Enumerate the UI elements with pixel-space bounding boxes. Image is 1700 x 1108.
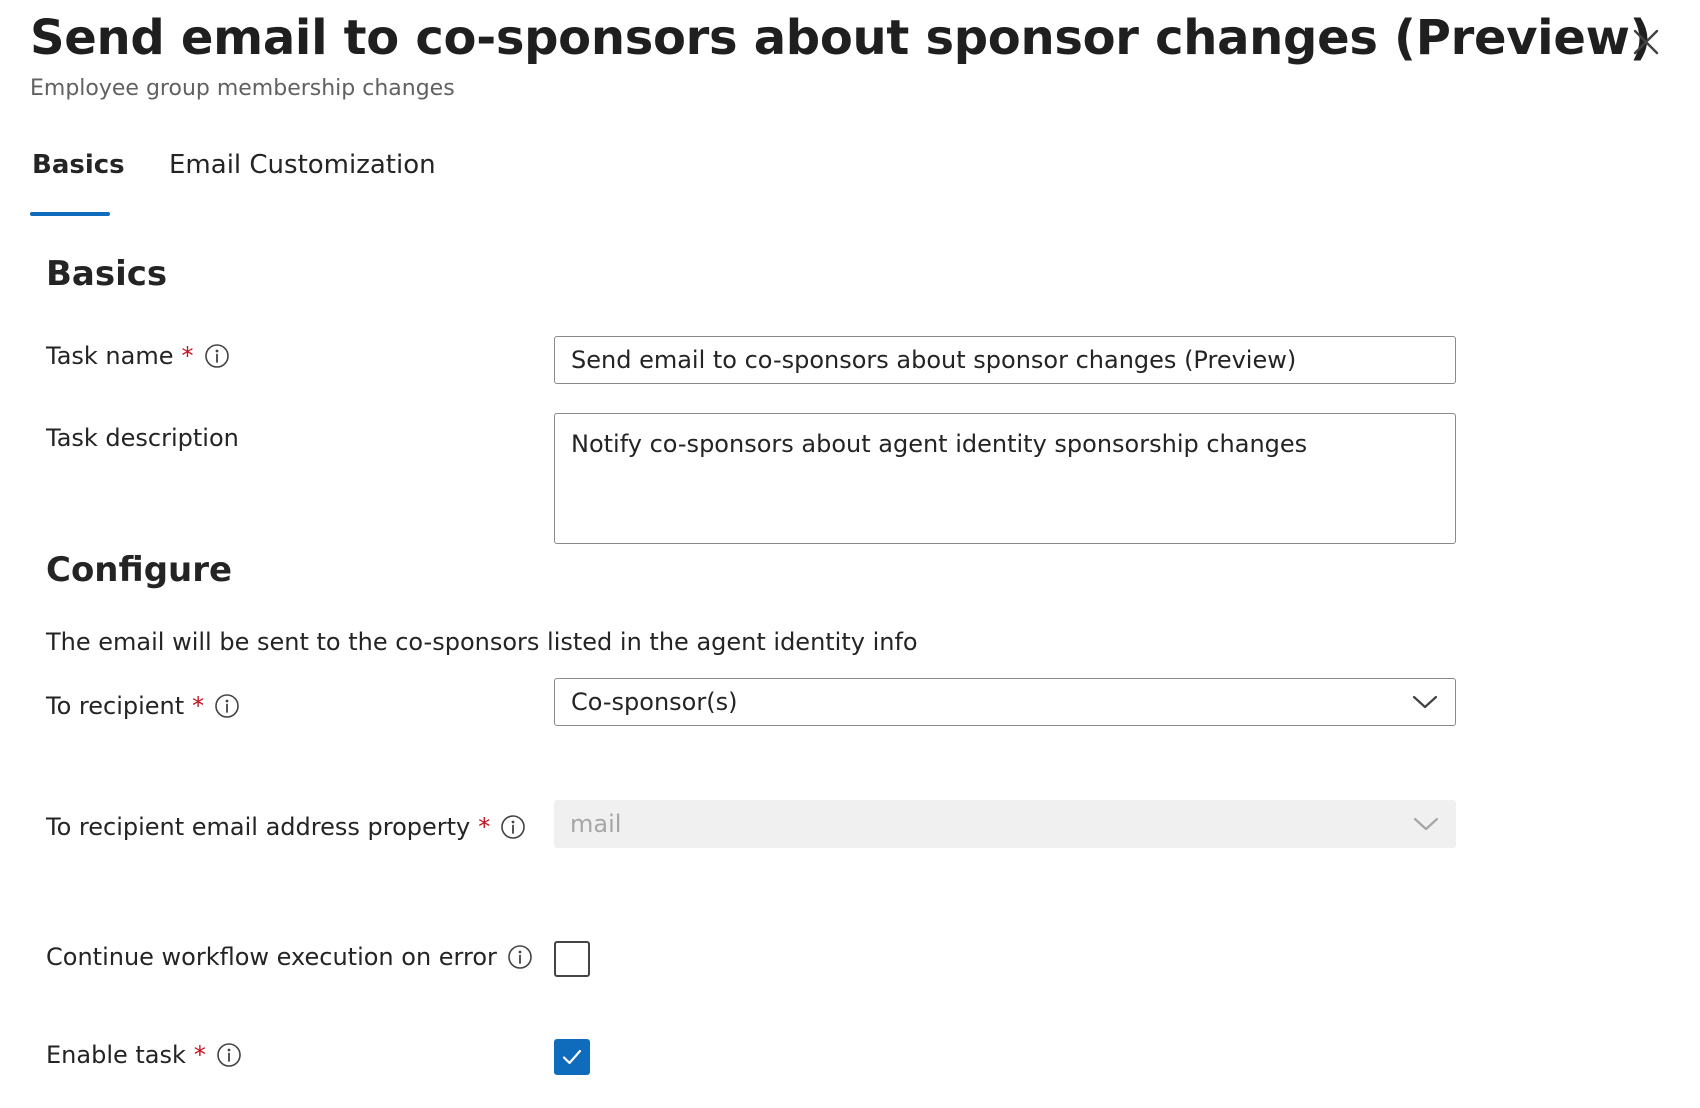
continue-on-error-checkbox[interactable] — [554, 941, 590, 977]
info-icon[interactable] — [507, 944, 533, 970]
section-heading-configure: Configure — [46, 550, 233, 590]
email-property-label-text: To recipient email address property — [46, 813, 471, 841]
close-button[interactable] — [1628, 24, 1664, 60]
enable-task-label: Enable task * — [46, 1041, 242, 1069]
panel-subtitle: Employee group membership changes — [30, 76, 455, 101]
checkmark-icon — [562, 1049, 582, 1065]
to-recipient-selected-value: Co-sponsor(s) — [571, 688, 738, 716]
continue-on-error-label: Continue workflow execution on error — [46, 943, 533, 971]
task-name-label-text: Task name — [46, 342, 174, 370]
task-name-input[interactable]: Send email to co-sponsors about sponsor … — [554, 336, 1456, 384]
panel-title: Send email to co-sponsors about sponsor … — [30, 10, 1652, 66]
email-property-label: To recipient email address property * — [46, 813, 526, 841]
email-property-dropdown: mail — [554, 800, 1456, 848]
continue-on-error-label-text: Continue workflow execution on error — [46, 943, 497, 971]
task-description-label-text: Task description — [46, 424, 239, 452]
required-marker: * — [478, 813, 491, 841]
task-panel: Send email to co-sponsors about sponsor … — [0, 0, 1700, 1108]
to-recipient-label-text: To recipient — [46, 692, 185, 720]
to-recipient-label: To recipient * — [46, 692, 240, 720]
to-recipient-dropdown[interactable]: Co-sponsor(s) — [554, 678, 1456, 726]
info-icon[interactable] — [500, 814, 526, 840]
required-marker: * — [193, 1041, 206, 1069]
task-description-label: Task description — [46, 424, 239, 452]
required-marker: * — [181, 342, 194, 370]
section-heading-basics: Basics — [46, 254, 168, 294]
enable-task-label-text: Enable task — [46, 1041, 186, 1069]
active-tab-indicator — [30, 212, 110, 216]
tab-email-customization[interactable]: Email Customization — [169, 150, 436, 180]
task-name-label: Task name * — [46, 342, 230, 370]
chevron-down-icon — [1413, 817, 1439, 831]
email-property-selected-value: mail — [570, 810, 622, 838]
info-icon[interactable] — [204, 343, 230, 369]
enable-task-checkbox[interactable] — [554, 1039, 590, 1075]
chevron-down-icon — [1412, 695, 1438, 709]
required-marker: * — [192, 692, 205, 720]
info-icon[interactable] — [214, 693, 240, 719]
tab-basics[interactable]: Basics — [32, 150, 125, 180]
info-icon[interactable] — [216, 1042, 242, 1068]
configure-description: The email will be sent to the co-sponsor… — [46, 628, 918, 656]
task-description-textarea[interactable]: Notify co-sponsors about agent identity … — [554, 413, 1456, 544]
close-icon — [1633, 29, 1659, 55]
